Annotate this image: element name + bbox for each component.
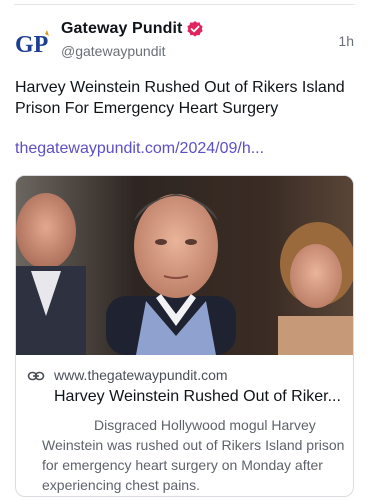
verified-badge-icon xyxy=(186,20,204,38)
link-icon xyxy=(27,367,45,385)
card-domain[interactable]: www.thegatewaypundit.com xyxy=(54,367,228,383)
card-title[interactable]: Harvey Weinstein Rushed Out of Riker... xyxy=(54,388,348,406)
post-text: Harvey Weinstein Rushed Out of Rikers Is… xyxy=(15,79,345,117)
post[interactable]: GP Gateway Pundit @gatewaypundit 1h Harv… xyxy=(0,0,369,500)
gateway-pundit-logo-icon: GP xyxy=(15,30,49,58)
post-timestamp[interactable]: 1h xyxy=(338,33,354,49)
author-handle[interactable]: @gatewaypundit xyxy=(61,43,166,59)
avatar[interactable]: GP xyxy=(14,24,52,62)
link-preview-card[interactable]: www.thegatewaypundit.com Harvey Weinstei… xyxy=(15,175,354,497)
card-description: Disgraced Hollywood mogul Harvey Weinste… xyxy=(42,417,345,493)
card-image[interactable] xyxy=(16,176,353,355)
post-link[interactable]: thegatewaypundit.com/2024/09/h... xyxy=(15,140,264,158)
author-name[interactable]: Gateway Pundit xyxy=(61,20,182,38)
svg-text:GP: GP xyxy=(15,32,48,58)
